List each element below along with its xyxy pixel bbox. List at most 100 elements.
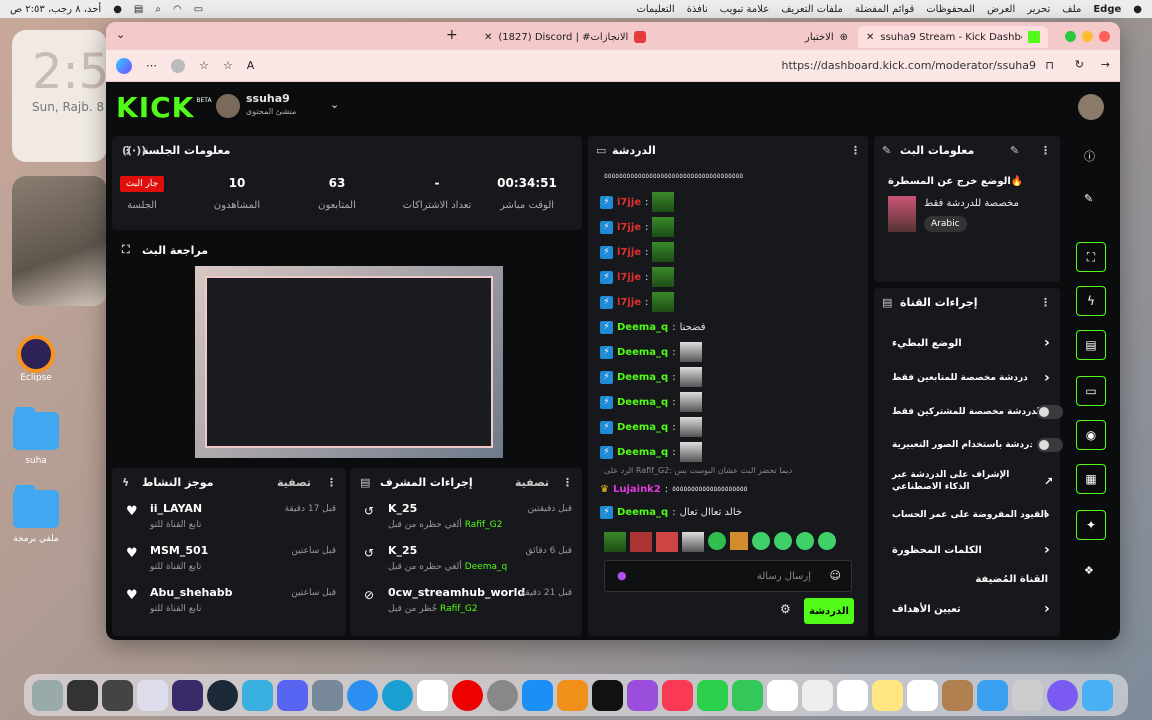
opera-icon[interactable]: [452, 679, 483, 711]
finder-icon[interactable]: [1082, 679, 1113, 711]
channel-action-host[interactable]: القناة المُضيفة: [884, 564, 1048, 594]
emote-icon[interactable]: [604, 532, 626, 552]
profile-icon[interactable]: [171, 58, 185, 73]
mod-action-by[interactable]: Deema_q: [465, 562, 508, 572]
collections-icon[interactable]: ☆: [223, 59, 233, 72]
chat-username[interactable]: Deema_q: [617, 347, 668, 358]
emote-icon[interactable]: [730, 532, 748, 550]
facetime-icon[interactable]: [697, 679, 728, 711]
emote-only-toggle[interactable]: [1037, 438, 1063, 452]
emote-icon[interactable]: [818, 532, 836, 550]
emoji-icon[interactable]: ☺: [830, 569, 841, 582]
menu-view[interactable]: العرض: [987, 4, 1015, 15]
menu-file[interactable]: ملف: [1062, 4, 1081, 15]
emote-icon[interactable]: [708, 532, 726, 550]
apple-tv-icon[interactable]: [592, 679, 623, 711]
menu-profiles[interactable]: ملفات التعريف: [781, 4, 843, 15]
layout-tool-button[interactable]: ▦: [1076, 464, 1106, 494]
more-menu-icon[interactable]: ⋮: [850, 144, 861, 157]
siri-icon[interactable]: ●: [113, 4, 122, 15]
menu-edit[interactable]: تحرير: [1027, 4, 1050, 15]
capture-app-icon[interactable]: [172, 679, 203, 711]
mod-action-by[interactable]: Rafif_G2: [465, 520, 503, 530]
mod-action-username[interactable]: K_25: [388, 544, 417, 557]
emote-icon[interactable]: [774, 532, 792, 550]
menu-help[interactable]: التعليمات: [636, 4, 674, 15]
chat-username[interactable]: Deema_q: [617, 322, 668, 333]
channel-action-slow-mode[interactable]: الوضع البطيء ›: [884, 328, 1050, 358]
broadcast-tool-button[interactable]: ◉: [1076, 420, 1106, 450]
copilot-icon[interactable]: [116, 57, 132, 74]
safari-icon[interactable]: [347, 679, 378, 711]
menu-tab[interactable]: علامة تبويب: [720, 4, 769, 15]
chat-username[interactable]: Deema_q: [617, 422, 668, 433]
preview-app-icon[interactable]: [137, 679, 168, 711]
wrench-tool-button[interactable]: ✦: [1076, 510, 1106, 540]
quick-action-button[interactable]: ϟ: [1076, 286, 1106, 316]
steam-icon[interactable]: [207, 679, 238, 711]
refresh-icon[interactable]: ↻: [1075, 58, 1084, 71]
maps-icon[interactable]: [802, 679, 833, 711]
photos-icon[interactable]: [767, 679, 798, 711]
edge-icon[interactable]: [382, 679, 413, 711]
fullscreen-tool-button[interactable]: ⛶: [1076, 242, 1106, 272]
emote-icon[interactable]: [796, 532, 814, 550]
mic-icon[interactable]: ●: [617, 569, 627, 582]
chat-settings-icon[interactable]: ⚙: [780, 602, 791, 616]
clock-text[interactable]: أحد، ٨ رجب، ٢:٥٣ ص: [10, 4, 101, 15]
chat-username[interactable]: l7jje: [617, 222, 641, 233]
clipboard-tool-button[interactable]: ▤: [1076, 330, 1106, 360]
tab-test[interactable]: الاختبار ⊕: [666, 26, 856, 48]
control-center-icon[interactable]: ▤: [134, 4, 143, 15]
desktop-folder-suha[interactable]: suha: [6, 407, 66, 466]
user-switcher[interactable]: ssuha9 منشئ المحتوى: [246, 92, 296, 116]
activity-username[interactable]: Abu_shehabb: [150, 586, 233, 599]
chat-username[interactable]: Deema_q: [617, 447, 668, 458]
favorites-icon[interactable]: ☆: [199, 59, 209, 72]
chat-username[interactable]: l7jje: [617, 272, 641, 283]
chat-username[interactable]: l7jje: [617, 247, 641, 258]
chat-username[interactable]: Deema_q: [617, 372, 668, 383]
tab-actions-icon[interactable]: ⌄: [116, 28, 125, 41]
forward-icon[interactable]: →: [1101, 58, 1110, 71]
emote-icon[interactable]: [630, 532, 652, 552]
contacts-icon[interactable]: [942, 679, 973, 711]
more-menu-icon[interactable]: ⋮: [1040, 144, 1051, 157]
mod-action-username[interactable]: 0cw_streamhub_world: [388, 586, 525, 599]
emote-icon[interactable]: [682, 532, 704, 552]
siri-icon[interactable]: [1047, 679, 1078, 711]
activity-username[interactable]: ii_LAYAN: [150, 502, 202, 515]
channel-action-followers-only[interactable]: دردشة مخصصة للمتابعين فقط ›: [884, 363, 1050, 393]
app-icon[interactable]: [312, 679, 343, 711]
tab-kick-dashboard[interactable]: ✕ ssuha9 Stream - Kick Dashboard: [858, 26, 1048, 48]
filter-button[interactable]: تصفية: [277, 476, 311, 489]
channel-action-banned-words[interactable]: الكلمات المحظورة ›: [884, 535, 1050, 565]
calendar-icon[interactable]: [907, 679, 938, 711]
extensions-icon[interactable]: ⋯: [146, 59, 157, 72]
desktop-icon-eclipse[interactable]: Eclipse: [6, 335, 66, 383]
chat-username[interactable]: Deema_q: [617, 507, 668, 518]
music-icon[interactable]: [662, 679, 693, 711]
menu-favorites[interactable]: قوائم المفضلة: [855, 4, 914, 15]
battery-icon[interactable]: ▭: [194, 4, 203, 15]
chevron-down-icon[interactable]: ⌄: [330, 98, 339, 111]
activity-username[interactable]: MSM_501: [150, 544, 208, 557]
keyboard-app-icon[interactable]: [67, 679, 98, 711]
more-menu-icon[interactable]: ⋮: [562, 476, 573, 489]
mod-action-username[interactable]: K_25: [388, 502, 417, 515]
more-menu-icon[interactable]: ⋮: [326, 476, 337, 489]
menu-window[interactable]: نافذة: [687, 4, 708, 15]
channel-action-ai-moderation[interactable]: الإشراف على الدردشة عبر الذكاء الاصطناعي…: [884, 464, 1053, 498]
settings-icon[interactable]: [487, 679, 518, 711]
zoom-window-button[interactable]: [1065, 31, 1076, 42]
filter-button[interactable]: تصفية: [515, 476, 549, 489]
chat-username[interactable]: Deema_q: [617, 397, 668, 408]
tab-discord[interactable]: ✕ (1827) Discord | #الانجازات🔥🔥: [476, 26, 656, 48]
url-field[interactable]: https://dashboard.kick.com/moderator/ssu…: [781, 59, 1036, 72]
edit-icon[interactable]: ✎: [1010, 144, 1019, 157]
app-store-icon[interactable]: [522, 679, 553, 711]
new-tab-icon[interactable]: +: [446, 27, 458, 43]
emote-icon[interactable]: [656, 532, 678, 552]
launchpad-icon[interactable]: [1012, 679, 1043, 711]
close-tab-icon[interactable]: ✕: [866, 32, 874, 43]
